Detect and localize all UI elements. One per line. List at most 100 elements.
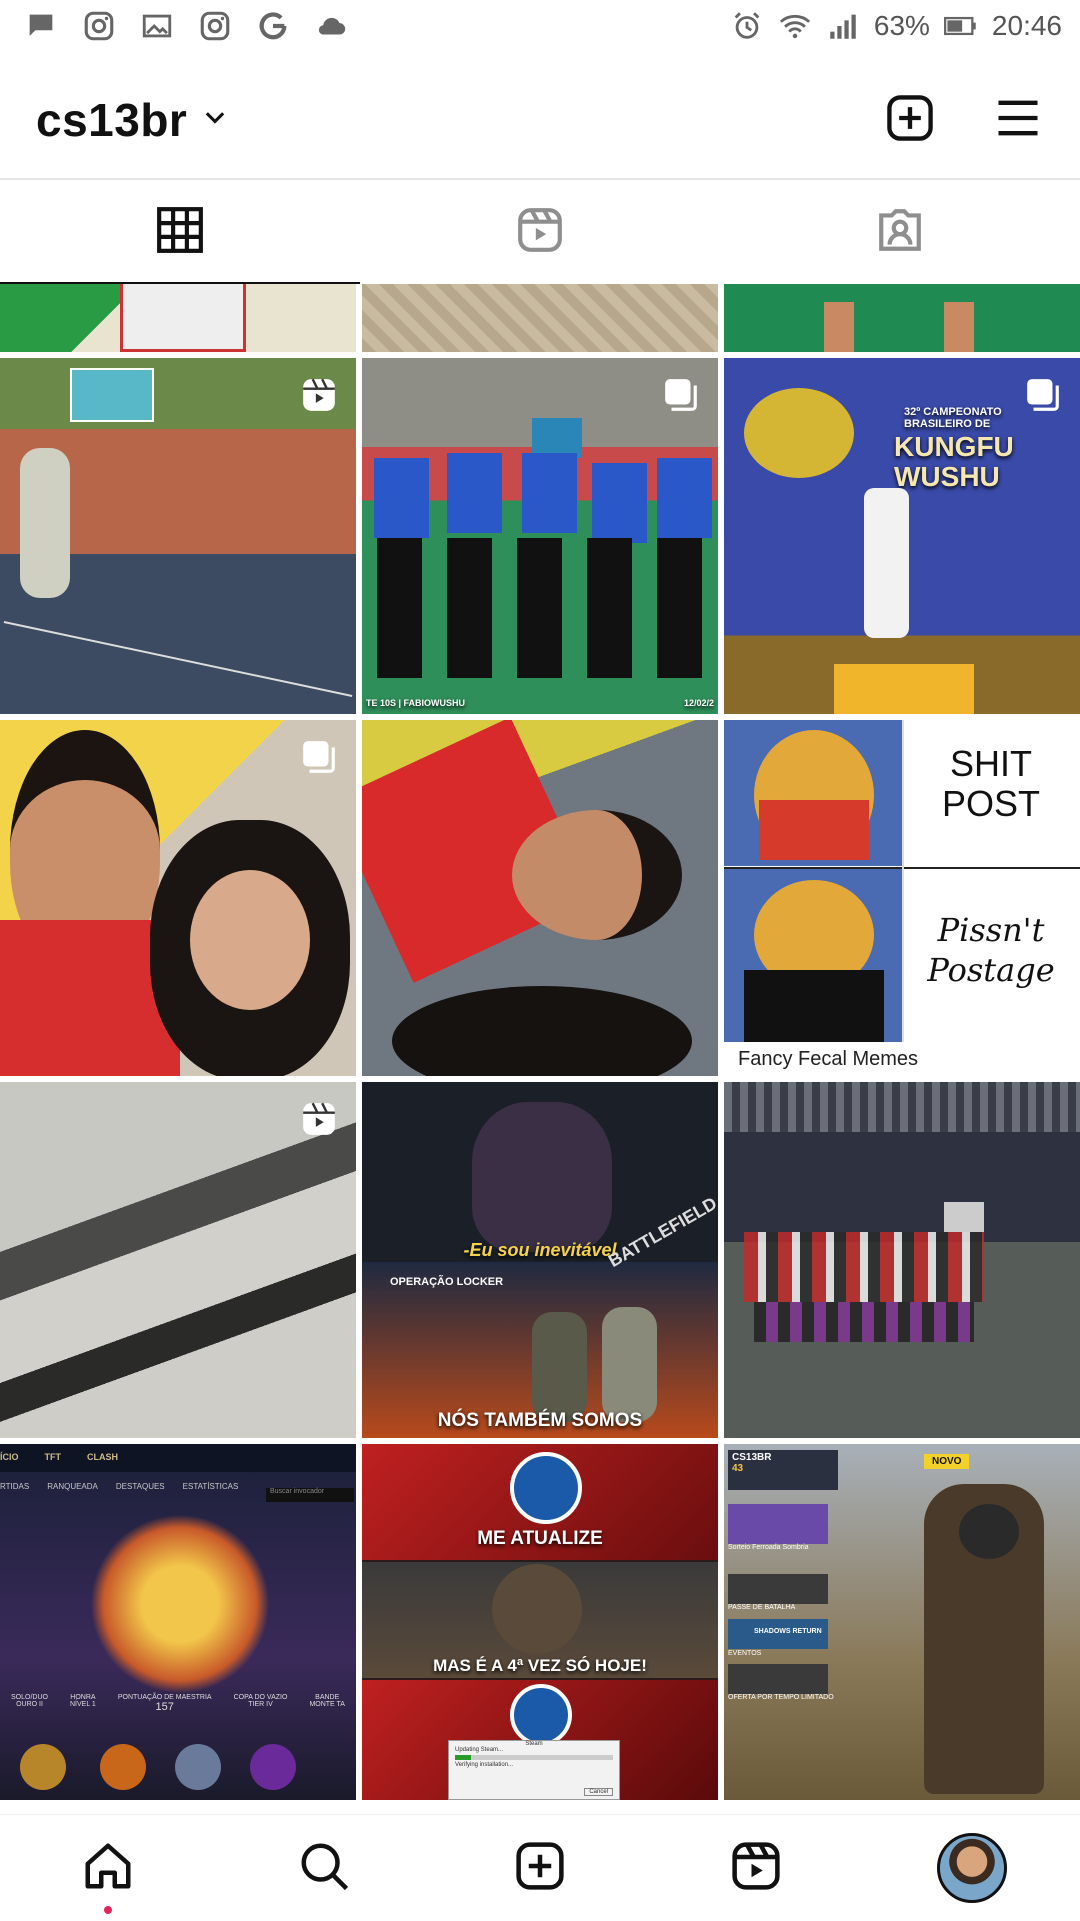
- lol-subnav-item: DESTAQUES: [115, 1482, 165, 1491]
- grid-icon: [155, 205, 205, 260]
- account-switcher[interactable]: cs13br: [36, 93, 229, 147]
- post-tile[interactable]: SHIT POST Pissn't Postage Fancy Fecal Me…: [724, 720, 1080, 1076]
- nav-reels[interactable]: [716, 1828, 796, 1908]
- reels-icon: [300, 1100, 338, 1138]
- status-bar: 63% 20:46: [0, 0, 1080, 52]
- reels-icon: [300, 376, 338, 414]
- lol-nav-item: TFT: [44, 1452, 62, 1462]
- steam-dialog: Steam Updating Steam... Verifying instal…: [448, 1740, 620, 1800]
- wifi-icon: [778, 9, 812, 43]
- new-post-icon[interactable]: [884, 92, 936, 149]
- username: cs13br: [36, 94, 188, 146]
- post-tile[interactable]: [362, 720, 718, 1076]
- battery-percent: 63%: [873, 10, 930, 41]
- kungfu-title: KUNGFU WUSHU: [894, 431, 1014, 492]
- lol-nav-item: CLASH: [87, 1452, 119, 1462]
- nos-tambem-text: NÓS TAMBÉM SOMOS: [437, 1410, 643, 1431]
- cod-name: CS13BR: [732, 1452, 772, 1463]
- lol-stat-label: HONRA: [70, 1694, 96, 1701]
- carousel-icon: [1024, 376, 1062, 414]
- profile-tabs: [0, 180, 1080, 284]
- tab-reels[interactable]: [360, 180, 720, 284]
- nav-home[interactable]: [68, 1828, 148, 1914]
- lol-subnav-item: ESTATÍSTICAS: [182, 1482, 239, 1491]
- home-icon: [81, 1839, 135, 1898]
- post-tile[interactable]: [0, 1082, 356, 1438]
- lol-stat-value: MONTE TA: [309, 1701, 345, 1708]
- reels-icon: [515, 205, 565, 260]
- signal-icon: [826, 9, 860, 43]
- lol-stat-value: TIER IV: [248, 1701, 273, 1708]
- new-post-icon: [513, 1839, 567, 1898]
- alarm-icon: [730, 9, 764, 43]
- carousel-icon: [662, 376, 700, 414]
- lol-stat-value: NÍVEL 1: [70, 1701, 96, 1708]
- post-tile[interactable]: ME ATUALIZE MAS É A 4ª VEZ SÓ HOJE! Stea…: [362, 1444, 718, 1800]
- post-tile[interactable]: -Eu sou inevitável OPERAÇÃO LOCKER BATTL…: [362, 1082, 718, 1438]
- post-tile[interactable]: ÍCIO TFT CLASH RTIDAS RANQUEADA DESTAQUE…: [0, 1444, 356, 1800]
- reels-icon: [729, 1839, 783, 1898]
- tagged-icon: [875, 205, 925, 260]
- instagram-icon: [82, 9, 116, 43]
- lol-nav-item: ÍCIO: [0, 1452, 19, 1462]
- bottom-nav: [0, 1814, 1080, 1921]
- post-tile[interactable]: [0, 720, 356, 1076]
- gallery-icon: [140, 9, 174, 43]
- cod-menu-item: EVENTOS: [728, 1650, 762, 1657]
- lol-subnav-item: RTIDAS: [0, 1482, 30, 1491]
- frame-left-text: TE 10S | FABIOWUSHU: [366, 698, 466, 708]
- frame-right-text: 12/02/2: [683, 698, 714, 708]
- steam-cancel: Cancel: [584, 1788, 613, 1796]
- post-tile[interactable]: [0, 358, 356, 714]
- me-atualize-text: ME ATUALIZE: [477, 1528, 603, 1549]
- posts-grid: TE 10S | FABIOWUSHU 12/02/2 32º CAMPEONA…: [0, 284, 1080, 1814]
- lol-stats: SOLO/DUO OURO II HONRA NÍVEL 1 PONTUAÇÃO D…: [0, 1694, 356, 1713]
- nav-create[interactable]: [500, 1828, 580, 1908]
- lol-subnav-item: RANQUEADA: [47, 1482, 98, 1491]
- tab-tagged[interactable]: [720, 180, 1080, 284]
- battery-icon: [943, 9, 978, 43]
- avatar: [937, 1833, 1007, 1903]
- lol-stat-value: OURO II: [16, 1701, 43, 1708]
- google-icon: [256, 9, 290, 43]
- lol-nav: ÍCIO TFT CLASH: [0, 1452, 118, 1462]
- lol-stat-label: COPA DO VAZIO: [233, 1694, 288, 1701]
- post-tile[interactable]: 32º CAMPEONATO BRASILEIRO DE KUNGFU WUSH…: [724, 358, 1080, 714]
- mas-e-text: MAS É A 4ª VEZ SÓ HOJE!: [433, 1656, 647, 1675]
- cod-menu-item: PASSE DE BATALHA: [728, 1604, 796, 1611]
- lol-stat-label: SOLO/DUO: [11, 1694, 48, 1701]
- search-icon: [297, 1839, 351, 1898]
- carousel-icon: [300, 738, 338, 776]
- instagram-icon: [198, 9, 232, 43]
- post-tile[interactable]: [362, 284, 718, 352]
- cloud-icon: [314, 9, 348, 43]
- lol-subnav: RTIDAS RANQUEADA DESTAQUES ESTATÍSTICAS: [0, 1482, 238, 1491]
- post-tile[interactable]: [0, 284, 356, 352]
- operacao-text: OPERAÇÃO LOCKER: [390, 1276, 504, 1288]
- fancy-fecal-caption: Fancy Fecal Memes: [738, 1048, 919, 1070]
- post-tile[interactable]: [724, 284, 1080, 352]
- post-tile[interactable]: CS13BR 43 NOVO Sorteio Ferroada Sombria …: [724, 1444, 1080, 1800]
- lol-search: Buscar invocador: [266, 1488, 354, 1502]
- post-tile[interactable]: TE 10S | FABIOWUSHU 12/02/2: [362, 358, 718, 714]
- steam-updating: Updating Steam...: [455, 1747, 504, 1753]
- post-tile[interactable]: [724, 1082, 1080, 1438]
- lol-stat-label: BANDE: [315, 1694, 340, 1701]
- steam-progress: [455, 1755, 613, 1760]
- steam-verify: Verifying installation...: [455, 1762, 514, 1768]
- menu-icon[interactable]: [992, 92, 1044, 149]
- lol-stat-value: 157: [155, 1701, 174, 1713]
- shit-post-text: SHIT POST: [941, 743, 1040, 824]
- lol-stat-label: PONTUAÇÃO DE MAESTRIA: [117, 1694, 212, 1701]
- tab-posts-grid[interactable]: [0, 180, 360, 284]
- notification-dot: [104, 1906, 112, 1914]
- cod-menu-item: SHADOWS RETURN: [754, 1628, 822, 1635]
- pissnt-postage-text: Pissn't Postage: [927, 911, 1055, 989]
- nav-profile[interactable]: [932, 1828, 1012, 1908]
- cod-menu-item: Sorteio Ferroada Sombria: [728, 1544, 809, 1551]
- clock: 20:46: [991, 10, 1062, 41]
- cod-level: 43: [732, 1463, 744, 1474]
- nav-search[interactable]: [284, 1828, 364, 1908]
- chat-icon: [24, 9, 58, 43]
- cod-new-badge: NOVO: [924, 1454, 970, 1469]
